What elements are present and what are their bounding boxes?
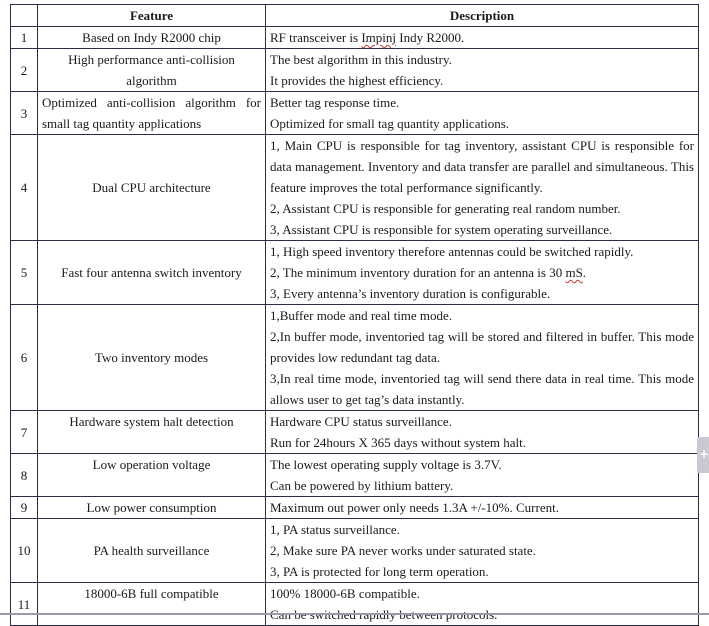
spellcheck-flagged-word: Impinj bbox=[361, 30, 397, 45]
description-cell: RF transceiver is Impinj Indy R2000. bbox=[265, 26, 699, 49]
description-cell: 100% 18000-6B compatible.Can be switched… bbox=[265, 582, 699, 626]
feature-cell: High performance anti-collision algorith… bbox=[37, 48, 266, 92]
table-row: 4 Dual CPU architecture 1, Main CPU is res… bbox=[10, 134, 699, 241]
side-expand-tab[interactable]: + bbox=[697, 437, 709, 473]
row-number: 4 bbox=[10, 134, 38, 241]
feature-cell: Hardware system halt detection bbox=[37, 410, 266, 454]
row-number: 5 bbox=[10, 240, 38, 305]
description-cell: The best algorithm in this industry. It p… bbox=[265, 48, 699, 92]
description-line: It provides the highest efficiency. bbox=[270, 73, 444, 88]
description-line: RF transceiver is Impinj Indy R2000. bbox=[270, 27, 694, 48]
spellcheck-flagged-word: mS bbox=[565, 265, 583, 280]
description-line: Better tag response time. bbox=[270, 95, 400, 110]
description-cell: Maximum out power only needs 1.3A +/-10%… bbox=[265, 496, 699, 519]
table-row: 3 Optimized anti-collision algorithm for … bbox=[10, 91, 699, 135]
text-fragment: RF transceiver is bbox=[270, 30, 362, 45]
feature-cell: Fast four antenna switch inventory bbox=[37, 240, 266, 305]
text-fragment: 2, The minimum inventory duration for an… bbox=[270, 265, 566, 280]
description-cell: Better tag response time. Optimized for s… bbox=[265, 91, 699, 135]
header-description: Description bbox=[265, 4, 699, 27]
row-number: 6 bbox=[10, 304, 38, 411]
table-row: 6 Two inventory modes 1,Buffer mode and re… bbox=[10, 304, 699, 411]
feature-cell: Based on Indy R2000 chip bbox=[37, 26, 266, 49]
row-number: 3 bbox=[10, 91, 38, 135]
description-cell: The lowest operating supply voltage is 3… bbox=[265, 453, 699, 497]
row-number: 11 bbox=[10, 582, 38, 626]
table-row: 9 Low power consumption Maximum out power … bbox=[10, 496, 699, 519]
description-cell: 1, High speed inventory therefore antenn… bbox=[265, 240, 699, 305]
description-line: 2,In buffer mode, inventoried tag will b… bbox=[270, 329, 694, 365]
header-index bbox=[10, 4, 38, 27]
table-row: 5 Fast four antenna switch inventory 1, Hi… bbox=[10, 240, 699, 305]
header-feature: Feature bbox=[37, 4, 266, 27]
feature-cell: Optimized anti-collision algorithm for s… bbox=[37, 91, 266, 135]
table-row: 7 Hardware system halt detection Hardware … bbox=[10, 410, 699, 454]
feature-table: Feature Description 1 Based on Indy R2000… bbox=[10, 4, 699, 626]
text-fragment: Indy R2000. bbox=[396, 30, 465, 45]
description-line: 3, Every antenna’s inventory duration is… bbox=[270, 286, 551, 301]
table-header-row: Feature Description bbox=[10, 4, 699, 27]
table-row: 8 Low operation voltage The lowest operati… bbox=[10, 453, 699, 497]
description-cell: 1,Buffer mode and real time mode. 2,In bu… bbox=[265, 304, 699, 411]
feature-cell: 18000-6B full compatible bbox=[37, 582, 266, 626]
description-line: 2, Assistant CPU is responsible for gene… bbox=[270, 201, 621, 216]
text-fragment: . bbox=[582, 265, 587, 280]
table-row: 10 PA health surveillance 1, PA status sur… bbox=[10, 518, 699, 583]
description-line: Run for 24hours X 365 days without syste… bbox=[270, 435, 527, 450]
feature-cell: Two inventory modes bbox=[37, 304, 266, 411]
table-row: 1 Based on Indy R2000 chip RF transceiver … bbox=[10, 26, 699, 49]
row-number: 2 bbox=[10, 48, 38, 92]
description-cell: 1, Main CPU is responsible for tag inven… bbox=[265, 134, 699, 241]
feature-cell: Low power consumption bbox=[37, 496, 266, 519]
description-cell: Hardware CPU status surveillance. Run for… bbox=[265, 410, 699, 454]
description-line: 3, PA is protected for long term operati… bbox=[270, 564, 489, 579]
row-number: 8 bbox=[10, 453, 38, 497]
description-line: 3,In real time mode, inventoried tag wil… bbox=[270, 371, 694, 407]
description-line: Optimized for small tag quantity applica… bbox=[270, 116, 510, 131]
table-row: 2 High performance anti-collision algorit… bbox=[10, 48, 699, 92]
description-line: 1,Buffer mode and real time mode. bbox=[270, 308, 453, 323]
row-number: 10 bbox=[10, 518, 38, 583]
description-line: 2, Make sure PA never works under satura… bbox=[270, 543, 536, 558]
feature-cell: Dual CPU architecture bbox=[37, 134, 266, 241]
description-line: 1, High speed inventory therefore antenn… bbox=[270, 244, 634, 259]
row-number: 9 bbox=[10, 496, 38, 519]
row-number: 1 bbox=[10, 26, 38, 49]
description-line: The best algorithm in this industry. bbox=[270, 52, 452, 67]
plus-icon: + bbox=[699, 447, 709, 461]
table-row: 11 18000-6B full compatible 100% 18000-6B … bbox=[10, 582, 699, 626]
description-line: 3, Assistant CPU is responsible for syst… bbox=[270, 222, 613, 237]
description-line: 1, Main CPU is responsible for tag inven… bbox=[270, 138, 694, 195]
description-line: Maximum out power only needs 1.3A +/-10%… bbox=[270, 500, 559, 515]
description-line: 2, The minimum inventory duration for an… bbox=[270, 262, 694, 283]
description-line: 100% 18000-6B compatible. bbox=[270, 586, 420, 601]
feature-cell: Low operation voltage bbox=[37, 453, 266, 497]
description-cell: 1, PA status surveillance. 2, Make sure P… bbox=[265, 518, 699, 583]
description-line: 1, PA status surveillance. bbox=[270, 522, 400, 537]
row-number: 7 bbox=[10, 410, 38, 454]
description-line: Can be powered by lithium battery. bbox=[270, 478, 454, 493]
description-line: Hardware CPU status surveillance. bbox=[270, 414, 452, 429]
feature-cell: PA health surveillance bbox=[37, 518, 266, 583]
description-line: The lowest operating supply voltage is 3… bbox=[270, 457, 502, 472]
